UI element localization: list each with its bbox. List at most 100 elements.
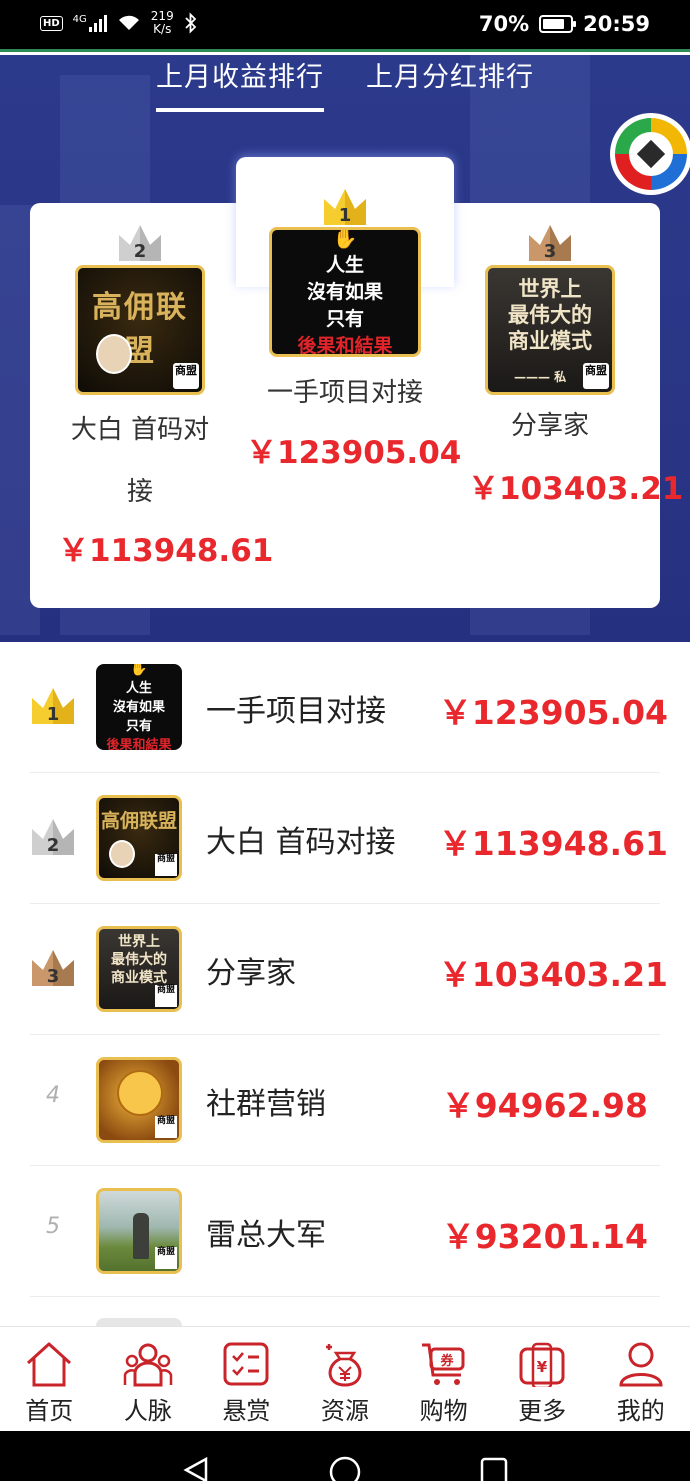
status-accent-line [0, 49, 690, 52]
avatar-line1: 人生 [325, 254, 364, 276]
rank-amount: ￥103403.21 [438, 955, 668, 994]
rank-amount: ￥123905.04 [438, 693, 668, 732]
avatar-second: 高佣联盟 商盟 [75, 265, 205, 395]
money-bag-icon [326, 1344, 362, 1387]
cart-icon: 券 [421, 1343, 465, 1385]
avatar-third: 世界上 最伟大的 商业模式 ——— 私 商盟 [485, 265, 615, 395]
avatar-line2: 沒有如果 [306, 281, 383, 303]
recents-icon[interactable] [480, 1457, 508, 1481]
app-logo-icon[interactable] [610, 113, 690, 195]
home-circle-icon[interactable] [328, 1455, 362, 1481]
ranking-hero: 上月收益排行 上月分红排行 2 高佣联盟 商盟 大白 首码对 接 ￥113948… [0, 55, 690, 642]
avatar-line4: 後果和結果 [106, 738, 172, 750]
podium-name-second: 大白 首码对 接 [48, 399, 232, 523]
avatar-city-line2: 最伟大的 [508, 303, 592, 327]
rank-name: 分享家 [206, 956, 296, 991]
avatar-city-text: 世界上 最伟大的 商业模式 [488, 276, 612, 354]
crown-silver-icon: 2 [119, 225, 161, 262]
nav-bounty[interactable]: 悬赏 [197, 1327, 296, 1431]
battery-percent: 70% [478, 12, 530, 36]
nav-shopping[interactable]: 券 购物 [394, 1327, 493, 1431]
avatar-first: ✋ 人生 沒有如果 只有 後果和結果 [269, 227, 421, 357]
avatar-city-line3: 商业模式 [508, 329, 592, 353]
list-item[interactable]: 5 商盟 雷总大军 ￥93201.14 [30, 1166, 660, 1297]
nav-home[interactable]: 首页 [0, 1327, 99, 1431]
avatar: 商盟 [96, 1188, 182, 1274]
list-item[interactable]: 1 ✋ 人生 沒有如果 只有 後果和結果 一手项目对接 ￥123905.04 [30, 642, 668, 773]
signal-icon [88, 14, 107, 32]
speed-unit: K/s [153, 22, 172, 36]
rank-name: 一手项目对接 [206, 694, 386, 729]
list-item[interactable]: 3 世界上 最伟大的 商业模式 商盟 分享家 ￥103403.21 [30, 904, 668, 1035]
avatar: 高佣联盟 商盟 [96, 795, 182, 881]
avatar-hand-icon: ✋ [332, 227, 358, 250]
back-icon[interactable] [182, 1457, 210, 1481]
nav-label: 首页 [25, 1397, 74, 1425]
podium-first[interactable]: 1 ✋ 人生 沒有如果 只有 後果和結果 一手项目对接 [236, 187, 454, 429]
nav-label: 我的 [616, 1397, 665, 1425]
svg-text:¥: ¥ [537, 1358, 548, 1376]
ranking-tabs: 上月收益排行 上月分红排行 [0, 55, 690, 115]
avatar-city-line2: 最伟大的 [111, 952, 167, 968]
rank-number: 1 [47, 704, 60, 725]
podium-rank-3: 3 [544, 241, 557, 262]
crown-gold-icon: 1 [32, 688, 74, 725]
status-right: 70% 20:59 [479, 12, 650, 36]
nav-label: 人脉 [123, 1397, 172, 1425]
wallet-icon: ¥ [519, 1342, 565, 1387]
tab-monthly-dividend[interactable]: 上月分红排行 [366, 55, 534, 94]
shangmeng-tag: 商盟 [155, 1247, 177, 1269]
podium-name-third: 分享家 [510, 411, 589, 441]
speed-value: 219 [150, 9, 174, 23]
battery-icon [539, 15, 577, 33]
list-item[interactable]: 2 高佣联盟 商盟 大白 首码对接 ￥113948.61 [30, 773, 668, 904]
avatar: ✋ 人生 沒有如果 只有 後果和結果 [96, 664, 182, 750]
rank-number: 5 [46, 1214, 60, 1239]
hd-indicator: HD [40, 15, 63, 31]
nav-label: 更多 [518, 1397, 567, 1425]
list-item[interactable]: 4 商盟 社群营销 ￥94962.98 [30, 1035, 660, 1166]
user-icon [619, 1342, 663, 1387]
avatar: 世界上 最伟大的 商业模式 商盟 [96, 926, 182, 1012]
rank-name: 大白 首码对接 [206, 825, 396, 860]
podium-name-second-line1: 大白 首码对 [70, 415, 210, 445]
person-silhouette [133, 1213, 149, 1259]
shangmeng-tag: 商盟 [155, 854, 177, 876]
nav-profile[interactable]: 我的 [591, 1327, 690, 1431]
avatar: 商盟 [96, 1057, 182, 1143]
checklist-icon [223, 1342, 269, 1386]
clock: 20:59 [583, 12, 650, 36]
avatar-line4: 後果和結果 [297, 335, 393, 357]
podium-amount-third: ￥103403.21 [468, 471, 684, 507]
tab-monthly-earnings[interactable]: 上月收益排行 [156, 55, 324, 112]
rank-amount: ￥94962.98 [441, 1086, 648, 1125]
wifi-icon [118, 15, 139, 30]
avatar-city-text: 世界上 最伟大的 商业模式 [99, 933, 179, 987]
nav-more[interactable]: ¥ 更多 [493, 1327, 592, 1431]
nav-contacts[interactable]: 人脉 [99, 1327, 198, 1431]
lucky-cat-icon [117, 1070, 163, 1116]
nav-label: 资源 [321, 1397, 370, 1425]
avatar-city-line1: 世界上 [118, 934, 160, 950]
avatar-line1: 人生 [125, 681, 152, 696]
nav-resources[interactable]: 资源 [296, 1327, 395, 1431]
podium-name-first: 一手项目对接 [266, 378, 423, 408]
podium-third[interactable]: 3 世界上 最伟大的 商业模式 ——— 私 商盟 分享家 [472, 223, 628, 457]
avatar-portrait [96, 334, 132, 374]
rank-number: 2 [47, 835, 60, 856]
avatar-city-sign: ——— 私 [514, 370, 567, 384]
bluetooth-icon [185, 12, 196, 34]
android-nav-bar [0, 1431, 690, 1481]
podium-second[interactable]: 2 高佣联盟 商盟 大白 首码对 接 [48, 223, 232, 523]
network-speed: 219 K/s [151, 10, 174, 36]
podium-name-second-line2: 接 [126, 477, 153, 507]
crown-silver-icon: 2 [32, 819, 74, 856]
avatar-city-line1: 世界上 [518, 277, 582, 301]
podium-rank-2: 2 [134, 241, 147, 262]
shangmeng-tag: 商盟 [155, 1116, 177, 1138]
rank-amount: ￥113948.61 [438, 824, 668, 863]
shangmeng-tag: 商盟 [155, 985, 177, 1007]
network-type: 4G [72, 13, 87, 25]
rank-name: 雷总大军 [206, 1218, 326, 1253]
podium-amount-second: ￥113948.61 [58, 533, 274, 569]
